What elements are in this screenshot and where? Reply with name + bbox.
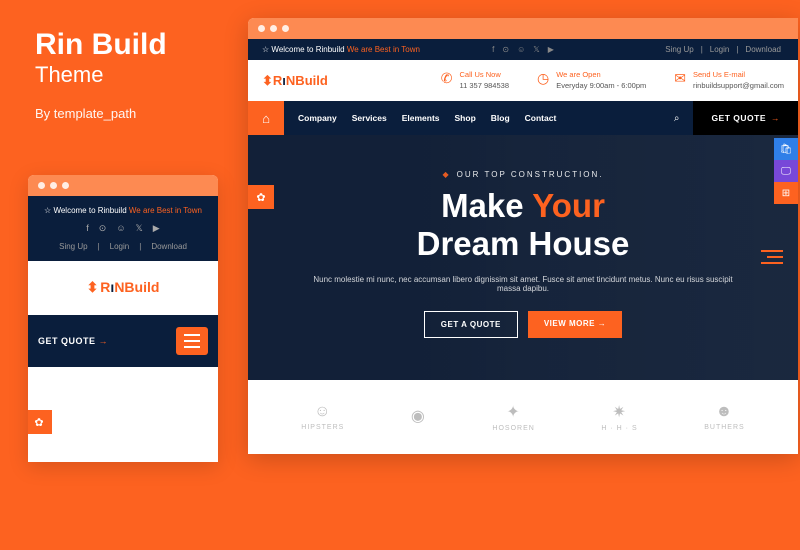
client-logos: ☺HIPSTERS ◉ ✦HOSOREN ✷H · H · S ☻BUTHERS <box>248 380 798 454</box>
cart-icon[interactable]: 🛍 <box>774 138 798 160</box>
topbar: ☆ Welcome to Rinbuild We are Best in Tow… <box>248 39 798 60</box>
hero-text: Nunc molestie mi nunc, nec accumsan libe… <box>313 275 733 293</box>
get-quote-button[interactable]: GET QUOTE→ <box>693 101 798 135</box>
welcome-text: ☆ Welcome to Rinbuild We are Best in Tow… <box>36 206 210 215</box>
top-links[interactable]: Sing Up|Login|Download <box>662 45 784 54</box>
grid-icon[interactable]: ⊞ <box>774 182 798 204</box>
window-dots <box>248 18 798 39</box>
reddit-icon: ☺ <box>116 223 125 234</box>
hero: ✿ 🛍 🖵 ⊞ ◆OUR TOP CONSTRUCTION. Make Your… <box>248 135 798 380</box>
desktop-preview: ☆ Welcome to Rinbuild We are Best in Tow… <box>248 18 798 454</box>
main-nav: ⌂ Company Services Elements Shop Blog Co… <box>248 101 798 135</box>
theme-subtitle: Theme <box>35 62 167 88</box>
reddit-icon: ☺ <box>517 45 525 54</box>
gear-icon[interactable]: ✿ <box>248 185 274 209</box>
top-links[interactable]: Sing Up|Login|Download <box>36 242 210 251</box>
view-more-button[interactable]: VIEW MORE → <box>528 311 622 338</box>
nav-contact[interactable]: Contact <box>525 113 557 123</box>
logo[interactable]: ⬍RıNBuild <box>262 72 328 90</box>
contact-email[interactable]: ✉Send Us E-mailrinbuildsupport@gmail.com <box>674 70 784 91</box>
skype-icon: ⊙ <box>502 45 509 54</box>
mobile-nav: GET QUOTE→ <box>28 315 218 367</box>
logo-camera: ◉ <box>411 406 426 429</box>
get-quote-button[interactable]: GET QUOTE→ <box>38 336 108 346</box>
logo-hosoren: ✦HOSOREN <box>492 402 534 432</box>
nav-menu[interactable]: Company Services Elements Shop Blog Cont… <box>298 113 660 123</box>
youtube-icon: ▶ <box>548 45 554 54</box>
window-dots <box>28 175 218 196</box>
logo-hhs: ✷H · H · S <box>601 402 637 432</box>
youtube-icon: ▶ <box>153 223 160 234</box>
theme-title: Rin Build <box>35 30 167 60</box>
social-icons[interactable]: f ⊙ ☺ 𝕏 ▶ <box>36 223 210 234</box>
contact-phone[interactable]: ✆Call Us Now11 357 984538 <box>441 70 509 91</box>
facebook-icon: f <box>492 45 494 54</box>
hero-actions: GET A QUOTE VIEW MORE → <box>248 311 798 338</box>
logo-hipsters: ☺HIPSTERS <box>301 403 344 431</box>
mail-icon: ✉ <box>674 70 686 87</box>
mobile-preview: ☆ Welcome to Rinbuild We are Best in Tow… <box>28 175 218 462</box>
welcome-text: ☆ Welcome to Rinbuild We are Best in Tow… <box>262 45 420 54</box>
logo-icon: ⬍ <box>87 279 99 295</box>
contacts: ✆Call Us Now11 357 984538 ◷We are OpenEv… <box>441 70 784 91</box>
contact-hours: ◷We are OpenEveryday 9:00am - 6:00pm <box>537 70 646 91</box>
get-a-quote-button[interactable]: GET A QUOTE <box>424 311 518 338</box>
header: ⬍RıNBuild ✆Call Us Now11 357 984538 ◷We … <box>248 60 798 101</box>
theme-author: By template_path <box>35 106 167 121</box>
nav-services[interactable]: Services <box>352 113 387 123</box>
menu-lines-icon[interactable] <box>761 250 783 264</box>
hamburger-icon[interactable] <box>176 327 208 355</box>
twitter-icon: 𝕏 <box>533 45 539 54</box>
home-button[interactable]: ⌂ <box>248 101 284 135</box>
twitter-icon: 𝕏 <box>136 223 143 234</box>
social-icons[interactable]: f ⊙ ☺ 𝕏 ▶ <box>492 45 554 54</box>
hero-heading: Make YourDream House <box>248 187 798 263</box>
mobile-body <box>28 367 218 462</box>
nav-company[interactable]: Company <box>298 113 337 123</box>
logo-buthers: ☻BUTHERS <box>704 403 744 431</box>
phone-icon: ✆ <box>441 70 453 87</box>
nav-elements[interactable]: Elements <box>402 113 440 123</box>
nav-shop[interactable]: Shop <box>455 113 476 123</box>
facebook-icon: f <box>86 223 89 234</box>
skype-icon: ⊙ <box>99 223 107 234</box>
gear-icon[interactable]: ✿ <box>28 410 52 434</box>
mobile-logo[interactable]: ⬍RıNBuild <box>28 261 218 315</box>
promo-panel: Rin Build Theme By template_path <box>35 30 167 121</box>
nav-blog[interactable]: Blog <box>491 113 510 123</box>
search-icon[interactable]: ⌕ <box>660 113 694 124</box>
mobile-topbar: ☆ Welcome to Rinbuild We are Best in Tow… <box>28 196 218 261</box>
clock-icon: ◷ <box>537 70 549 87</box>
hero-tag: ◆OUR TOP CONSTRUCTION. <box>248 170 798 179</box>
hero-content: ◆OUR TOP CONSTRUCTION. Make YourDream Ho… <box>248 135 798 338</box>
logo-icon: ⬍ <box>262 73 273 88</box>
